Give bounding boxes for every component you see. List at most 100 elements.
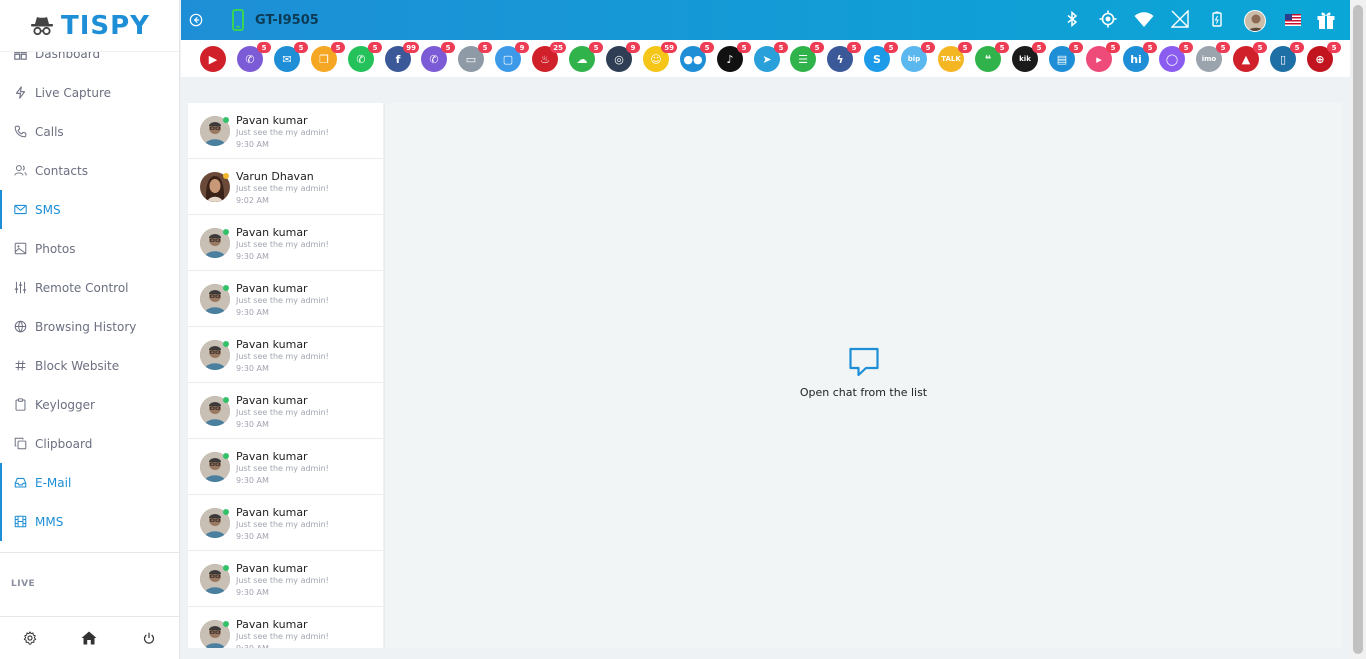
app-glyph: ϟ	[836, 52, 844, 66]
email-app-icon[interactable]: ✉ 5	[274, 42, 308, 72]
line-app-icon[interactable]: ☰ 5	[790, 42, 824, 72]
messenger-app-icon[interactable]: ϟ5	[827, 42, 861, 72]
app-badge: 5	[847, 42, 861, 53]
hi-app-icon[interactable]: hi 5	[1123, 42, 1157, 72]
app-badge: 59	[661, 42, 677, 53]
signal-icon[interactable]	[1171, 10, 1189, 28]
power-button[interactable]	[141, 630, 157, 646]
messages-app-icon[interactable]: ▤ 5	[1049, 42, 1083, 72]
back-icon[interactable]	[189, 13, 203, 27]
home-button[interactable]	[81, 630, 97, 646]
status-indicator	[223, 621, 229, 627]
chat-list-item[interactable]: Pavan kumarJust see the my admin! 9:30 AM	[188, 439, 383, 495]
film-icon	[14, 515, 27, 528]
whatsapp-app-icon[interactable]: ✆ 5	[348, 42, 382, 72]
chat-list-item[interactable]: Pavan kumarJust see the my admin! 9:30 AM	[188, 103, 383, 159]
video-app-icon[interactable]: ▸ 5	[1086, 42, 1120, 72]
brand-logo[interactable]: TISPY	[0, 0, 179, 52]
sidebar-item-photos[interactable]: Photos	[0, 229, 179, 268]
bolt-icon	[15, 86, 26, 99]
message-preview: Just see the my admin!	[236, 520, 329, 529]
wifi-icon[interactable]	[1134, 12, 1154, 28]
browser-app-icon[interactable]: ⊕ 5	[1307, 42, 1341, 72]
sidebar-item-contacts[interactable]: Contacts	[0, 151, 179, 190]
chat-text-block: Pavan kumarJust see the my admin! 9:30 AM	[236, 506, 329, 541]
app-glyph: ☁	[576, 52, 588, 66]
message-preview: Just see the my admin!	[236, 184, 329, 193]
viber-app-icon[interactable]: ✆ 5	[237, 42, 271, 72]
chat-list-item[interactable]: Pavan kumarJust see the my admin! 9:30 AM	[188, 495, 383, 551]
contact-name: Pavan kumar	[236, 394, 308, 407]
sidebar-item-block-website[interactable]: Block Website	[0, 346, 179, 385]
app-glyph: ✉	[282, 52, 292, 66]
folder-app-icon[interactable]: ▭ 5	[458, 42, 492, 72]
app-glyph: ▶	[208, 52, 218, 66]
bluetooth-icon[interactable]	[1066, 11, 1078, 27]
phone-app-icon[interactable]: ▯ 5	[1270, 42, 1304, 72]
chat-list-item[interactable]: Pavan kumarJust see the my admin! 9:30 AM	[188, 327, 383, 383]
app-glyph: imo	[1201, 54, 1217, 63]
us-flag-icon[interactable]	[1285, 14, 1301, 26]
message-time: 9:30 AM	[236, 308, 269, 317]
app-badge: 9	[626, 42, 640, 53]
copy-app-icon[interactable]: ❐ 5	[311, 42, 345, 72]
location-icon[interactable]	[1099, 10, 1117, 28]
sidebar-item-live-capture[interactable]: Live Capture	[0, 73, 179, 112]
skype-app-icon[interactable]: S5	[864, 42, 898, 72]
app-badge: 5	[995, 42, 1009, 53]
chat-list-item[interactable]: Varun Dhavan Just see the my admin! 9:02 A…	[188, 159, 383, 215]
user-avatar[interactable]	[1244, 10, 1266, 32]
sidebar-item-remote-control[interactable]: Remote Control	[0, 268, 179, 307]
sidebar-item-clipboard[interactable]: Clipboard	[0, 424, 179, 463]
viber-app-2-icon[interactable]: ✆ 5	[421, 42, 455, 72]
clipboard-icon	[15, 398, 26, 411]
status-indicator	[223, 229, 229, 235]
sidebar-item-browsing-history[interactable]: Browsing History	[0, 307, 179, 346]
app-glyph: f	[395, 52, 401, 66]
wechat-app-icon[interactable]: ☁ 5	[569, 42, 603, 72]
battery-icon[interactable]	[1212, 11, 1222, 27]
page-scrollbar[interactable]	[1350, 0, 1366, 659]
message-app-icon[interactable]: ▢ 9	[495, 42, 529, 72]
chat-list-item[interactable]: Pavan kumarJust see the my admin! 9:30 AM	[188, 551, 383, 607]
hangouts-app-icon[interactable]: ❝ 5	[975, 42, 1009, 72]
gift-icon[interactable]	[1316, 10, 1336, 30]
app-glyph: ▯	[1279, 52, 1287, 66]
chat-list-item[interactable]: Pavan kumarJust see the my admin! 9:30 AM	[188, 215, 383, 271]
facebook-app-icon[interactable]: f 99	[385, 42, 419, 72]
gallery-app-icon[interactable]: ▲ 5	[1233, 42, 1267, 72]
app-glyph: bip	[907, 54, 921, 63]
settings-button[interactable]	[22, 630, 38, 646]
device-name: GT-I9505	[255, 12, 319, 28]
video-call-app-icon[interactable]: ▶	[200, 46, 226, 72]
bip-app-icon[interactable]: bip 5	[901, 42, 935, 72]
sidebar-item-sms[interactable]: SMS	[0, 190, 179, 229]
scrollbar-thumb[interactable]	[1353, 5, 1363, 654]
device-phone-icon	[232, 9, 244, 31]
sidebar-item-label: Browsing History	[35, 319, 137, 334]
sidebar-item-label: Contacts	[35, 163, 88, 178]
sidebar-item-mms[interactable]: MMS	[0, 502, 179, 541]
snapchat-app-icon[interactable]: ☺ 59	[643, 42, 677, 72]
imo-app-icon[interactable]: imo 5	[1196, 42, 1230, 72]
chat-list-item[interactable]: Pavan kumarJust see the my admin! 9:30 AM	[188, 607, 383, 648]
app-badge: 5	[1069, 42, 1083, 53]
sidebar-item-email[interactable]: E-Mail	[0, 463, 179, 502]
chat-list-item[interactable]: Pavan kumarJust see the my admin! 9:30 AM	[188, 383, 383, 439]
chat-list-item[interactable]: Pavan kumarJust see the my admin! 9:30 AM	[188, 271, 383, 327]
sidebar-item-keylogger[interactable]: Keylogger	[0, 385, 179, 424]
instagram-app-icon[interactable]: ◎ 9	[606, 42, 640, 72]
telegram-app-icon[interactable]: ➤ 5	[754, 42, 788, 72]
app-glyph: ❝	[984, 52, 992, 66]
app-glyph: TALK	[941, 54, 961, 63]
message-preview: Just see the my admin!	[236, 352, 329, 361]
tiktok-app-icon[interactable]: ♪ 5	[717, 42, 751, 72]
talk-app-icon[interactable]: TALK 5	[938, 42, 972, 72]
sidebar-item-calls[interactable]: Calls	[0, 112, 179, 151]
signal-app-icon[interactable]: ◯ 5	[1159, 42, 1193, 72]
contact-name: Pavan kumar	[236, 618, 308, 631]
status-indicator	[223, 285, 229, 291]
tinder-app-icon[interactable]: ♨ 25	[532, 42, 566, 72]
flickr-app-icon[interactable]: ●● 5	[680, 42, 714, 72]
kik-app-icon[interactable]: kik 5	[1012, 42, 1046, 72]
